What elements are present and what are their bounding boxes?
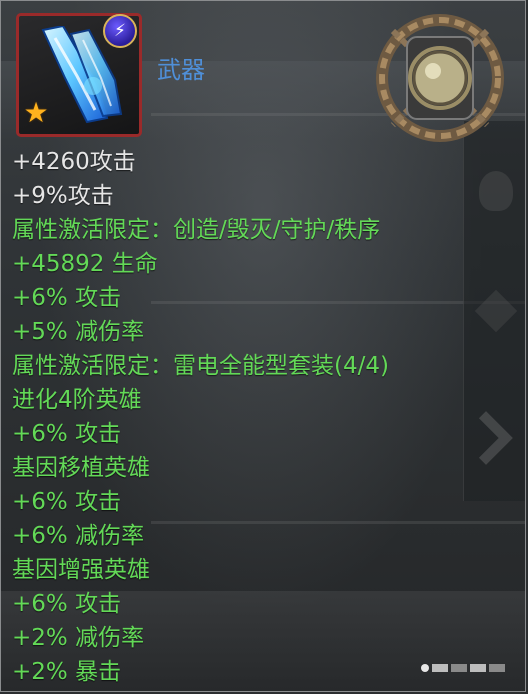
watermark: [421, 661, 505, 675]
gold-star-icon: ★: [23, 96, 49, 129]
background-hero-head-icon: [479, 171, 513, 211]
chained-orb-emblem-icon: [376, 14, 504, 142]
stat-line: +6% 攻击: [12, 489, 122, 515]
stat-line: +2% 暴击: [12, 659, 122, 685]
watermark-bar: [432, 664, 448, 672]
watermark-dot: [421, 664, 429, 672]
stat-line: +6% 减伤率: [12, 523, 145, 549]
lightning-element-icon: ⚡: [103, 14, 137, 48]
stat-line: +45892 生命: [12, 251, 158, 277]
stat-line: +6% 攻击: [12, 421, 122, 447]
watermark-bar: [470, 664, 486, 672]
stat-line: 属性激活限定：创造/毁灭/守护/秩序: [12, 217, 381, 243]
stat-line: 属性激活限定：雷电全能型套装(4/4): [12, 353, 389, 379]
stat-line: +9%攻击: [12, 183, 114, 209]
item-tooltip-panel: ★ ⚡ 武器 +4260攻击 +9%攻击属性激活限定：创造/毁灭/守护/秩序 +45…: [0, 0, 526, 692]
watermark-bar: [451, 664, 467, 672]
stat-line: +6% 攻击: [12, 591, 122, 617]
watermark-bar: [489, 664, 505, 672]
item-type-label: 武器: [157, 56, 205, 84]
stat-list: +4260攻击 +9%攻击属性激活限定：创造/毁灭/守护/秩序 +45892 生命 +…: [12, 145, 389, 689]
stat-line: +6% 攻击: [12, 285, 122, 311]
stat-line: +5% 减伤率: [12, 319, 145, 345]
stat-line: +2% 减伤率: [12, 625, 145, 651]
stat-line: 基因移植英雄: [12, 455, 150, 481]
stat-line: +4260攻击: [12, 149, 136, 175]
stat-line: 基因增强英雄: [12, 557, 150, 583]
stat-line: 进化4阶英雄: [12, 387, 142, 413]
